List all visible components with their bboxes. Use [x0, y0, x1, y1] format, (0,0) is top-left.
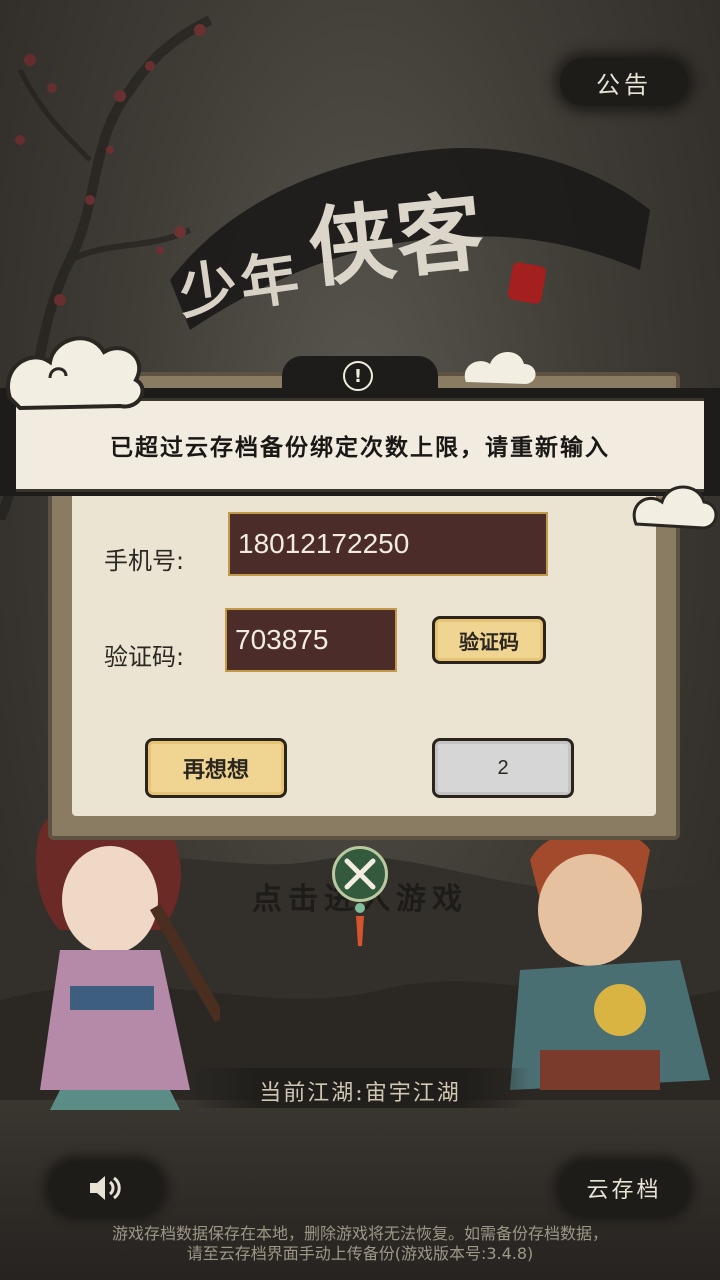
- current-jianghu-label: 当前江湖:宙宇江湖: [259, 1081, 461, 1106]
- phone-label: 手机号:: [104, 547, 185, 575]
- game-title-small: 少年: [174, 242, 307, 328]
- footer-line-1: 游戏存档数据保存在本地，删除游戏将无法恢复。如需备份存档数据，: [111, 1224, 608, 1243]
- confirm-button-disabled[interactable]: 2: [432, 738, 574, 798]
- red-seal-stamp: [506, 261, 548, 305]
- cloud-ornament-left-icon: [6, 336, 145, 411]
- sound-toggle-button[interactable]: [50, 1162, 162, 1214]
- exclamation-icon: !: [343, 361, 373, 391]
- reconsider-button[interactable]: 再想想: [145, 738, 287, 798]
- cloud-save-button[interactable]: 云存档: [560, 1162, 688, 1214]
- verify-code-label: 验证码:: [104, 643, 185, 671]
- alert-message: 已超过云存档备份绑定次数上限，请重新输入: [110, 434, 610, 461]
- verify-code-input[interactable]: 703875: [225, 608, 397, 672]
- get-verify-code-button[interactable]: 验证码: [432, 616, 546, 664]
- speaker-icon: [90, 1176, 121, 1200]
- crossed-swords-icon[interactable]: [332, 846, 388, 902]
- phone-input[interactable]: 18012172250: [228, 512, 548, 576]
- cloud-ornament-right-icon: [632, 485, 718, 530]
- footer-line-2: 请至云存档界面手动上传备份(游戏版本号:3.4.8): [186, 1244, 534, 1263]
- save-data-footer-note: 游戏存档数据保存在本地，删除游戏将无法恢复。如需备份存档数据， 请至云存档界面手…: [20, 1224, 700, 1264]
- game-title-big: 侠客: [304, 181, 490, 300]
- notice-button[interactable]: 公告: [560, 58, 688, 106]
- male-warrior-character: [510, 828, 710, 1090]
- tassel-ornament: [355, 903, 365, 946]
- cloud-ornament-top-icon: [464, 352, 536, 384]
